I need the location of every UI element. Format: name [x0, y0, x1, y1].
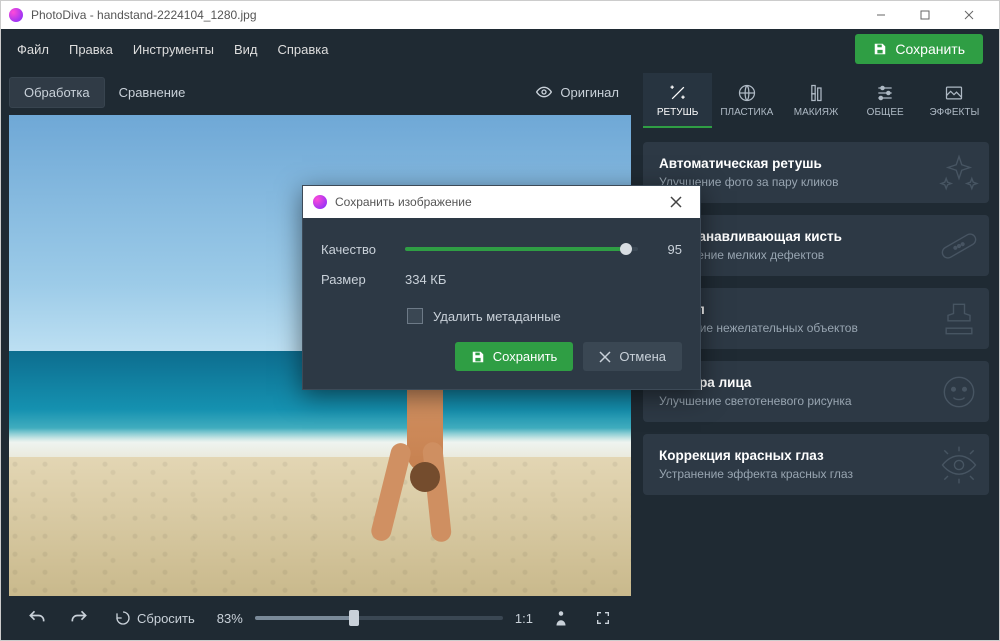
quality-label: Качество	[321, 242, 391, 257]
tooltab-label: РЕТУШЬ	[657, 107, 699, 118]
card-title: Штамп	[659, 302, 973, 317]
dialog-save-label: Сохранить	[493, 349, 558, 364]
x-icon	[599, 351, 611, 363]
card-desc: Удаление нежелательных объектов	[659, 321, 973, 335]
dialog-header[interactable]: Сохранить изображение	[303, 186, 700, 218]
window-controls	[859, 1, 991, 29]
app-window: PhotoDiva - handstand-2224104_1280.jpg Ф…	[0, 0, 1000, 641]
zoom-slider[interactable]	[255, 616, 503, 620]
tooltab-general[interactable]: ОБЩЕЕ	[851, 73, 920, 128]
tooltab-effects[interactable]: ЭФФЕКТЫ	[920, 73, 989, 128]
reset-label: Сбросить	[137, 611, 195, 626]
delete-metadata-checkbox[interactable]	[407, 308, 423, 324]
canvas-tabs: Обработка Сравнение Оригинал	[9, 75, 631, 109]
original-label: Оригинал	[560, 85, 619, 100]
card-red-eye[interactable]: Коррекция красных глаз Устранение эффект…	[643, 434, 989, 495]
zoom-controls: 83% 1:1	[217, 611, 533, 626]
eye-rays-icon	[937, 443, 981, 487]
save-button[interactable]: Сохранить	[855, 34, 983, 64]
save-image-dialog: Сохранить изображение Качество 95 Размер…	[302, 185, 701, 390]
app-title: PhotoDiva - handstand-2224104_1280.jpg	[31, 8, 257, 22]
tooltab-plastic[interactable]: ПЛАСТИКА	[712, 73, 781, 128]
globe-icon	[737, 83, 757, 103]
menu-edit[interactable]: Правка	[69, 42, 113, 57]
bottom-bar: Сбросить 83% 1:1	[9, 596, 631, 640]
delete-metadata-row[interactable]: Удалить метаданные	[407, 308, 682, 324]
close-button[interactable]	[947, 1, 991, 29]
menu-view[interactable]: Вид	[234, 42, 258, 57]
size-value: 334 КБ	[405, 272, 446, 287]
tab-compare[interactable]: Сравнение	[105, 78, 200, 107]
size-row: Размер 334 КБ	[321, 264, 682, 294]
menu-file[interactable]: Файл	[17, 42, 49, 57]
original-toggle[interactable]: Оригинал	[524, 78, 631, 106]
fullscreen-button[interactable]	[589, 604, 617, 632]
menu-help[interactable]: Справка	[277, 42, 328, 57]
card-desc: Устранение мелких дефектов	[659, 248, 973, 262]
disk-icon	[873, 42, 887, 56]
image-icon	[944, 83, 964, 103]
tab-processing[interactable]: Обработка	[9, 77, 105, 108]
quality-slider[interactable]	[405, 247, 638, 251]
photo-sand	[9, 457, 631, 597]
dialog-actions: Сохранить Отмена	[321, 342, 682, 371]
face-icon	[937, 370, 981, 414]
disk-icon	[471, 350, 485, 364]
reset-button[interactable]: Сбросить	[107, 606, 203, 630]
zoom-ratio: 1:1	[515, 611, 533, 626]
card-title: Восстанавливающая кисть	[659, 229, 973, 244]
tool-tabs: РЕТУШЬ ПЛАСТИКА МАКИЯЖ ОБЩЕЕ ЭФФЕКТЫ	[643, 73, 989, 128]
app-logo-icon	[9, 8, 23, 22]
save-button-label: Сохранить	[895, 41, 965, 57]
delete-metadata-label: Удалить метаданные	[433, 309, 561, 324]
dialog-save-button[interactable]: Сохранить	[455, 342, 574, 371]
redo-button[interactable]	[65, 604, 93, 632]
dialog-body: Качество 95 Размер 334 КБ Удалить метада…	[303, 218, 700, 389]
sparkle-wand-icon	[668, 83, 688, 103]
tooltab-label: ОБЩЕЕ	[867, 107, 904, 118]
quality-value: 95	[658, 242, 682, 257]
tooltab-label: МАКИЯЖ	[794, 107, 838, 118]
eye-icon	[536, 84, 552, 100]
app-logo-icon	[313, 195, 327, 209]
size-label: Размер	[321, 272, 391, 287]
card-desc: Улучшение фото за пару кликов	[659, 175, 973, 189]
card-title: Фактура лица	[659, 375, 973, 390]
stamp-icon	[937, 297, 981, 341]
card-desc: Улучшение светотеневого рисунка	[659, 394, 973, 408]
card-title: Автоматическая ретушь	[659, 156, 973, 171]
refresh-icon	[115, 610, 131, 626]
minimize-button[interactable]	[859, 1, 903, 29]
bandage-icon	[937, 224, 981, 268]
tooltab-retouch[interactable]: РЕТУШЬ	[643, 73, 712, 128]
sliders-icon	[875, 83, 895, 103]
dialog-cancel-button[interactable]: Отмена	[583, 342, 682, 371]
dialog-cancel-label: Отмена	[619, 349, 666, 364]
zoom-value: 83%	[217, 611, 243, 626]
menu-tools[interactable]: Инструменты	[133, 42, 214, 57]
quality-row: Качество 95	[321, 234, 682, 264]
dialog-title: Сохранить изображение	[335, 195, 472, 209]
tooltab-label: ЭФФЕКТЫ	[929, 107, 979, 118]
card-title: Коррекция красных глаз	[659, 448, 973, 463]
sparkles-icon	[937, 151, 981, 195]
undo-button[interactable]	[23, 604, 51, 632]
dialog-close-button[interactable]	[662, 188, 690, 216]
makeup-icon	[806, 83, 826, 103]
tooltab-label: ПЛАСТИКА	[720, 107, 773, 118]
maximize-button[interactable]	[903, 1, 947, 29]
card-desc: Устранение эффекта красных глаз	[659, 467, 973, 481]
tooltab-makeup[interactable]: МАКИЯЖ	[781, 73, 850, 128]
fit-person-button[interactable]	[547, 604, 575, 632]
menubar: Файл Правка Инструменты Вид Справка Сохр…	[1, 29, 999, 69]
titlebar: PhotoDiva - handstand-2224104_1280.jpg	[1, 1, 999, 29]
